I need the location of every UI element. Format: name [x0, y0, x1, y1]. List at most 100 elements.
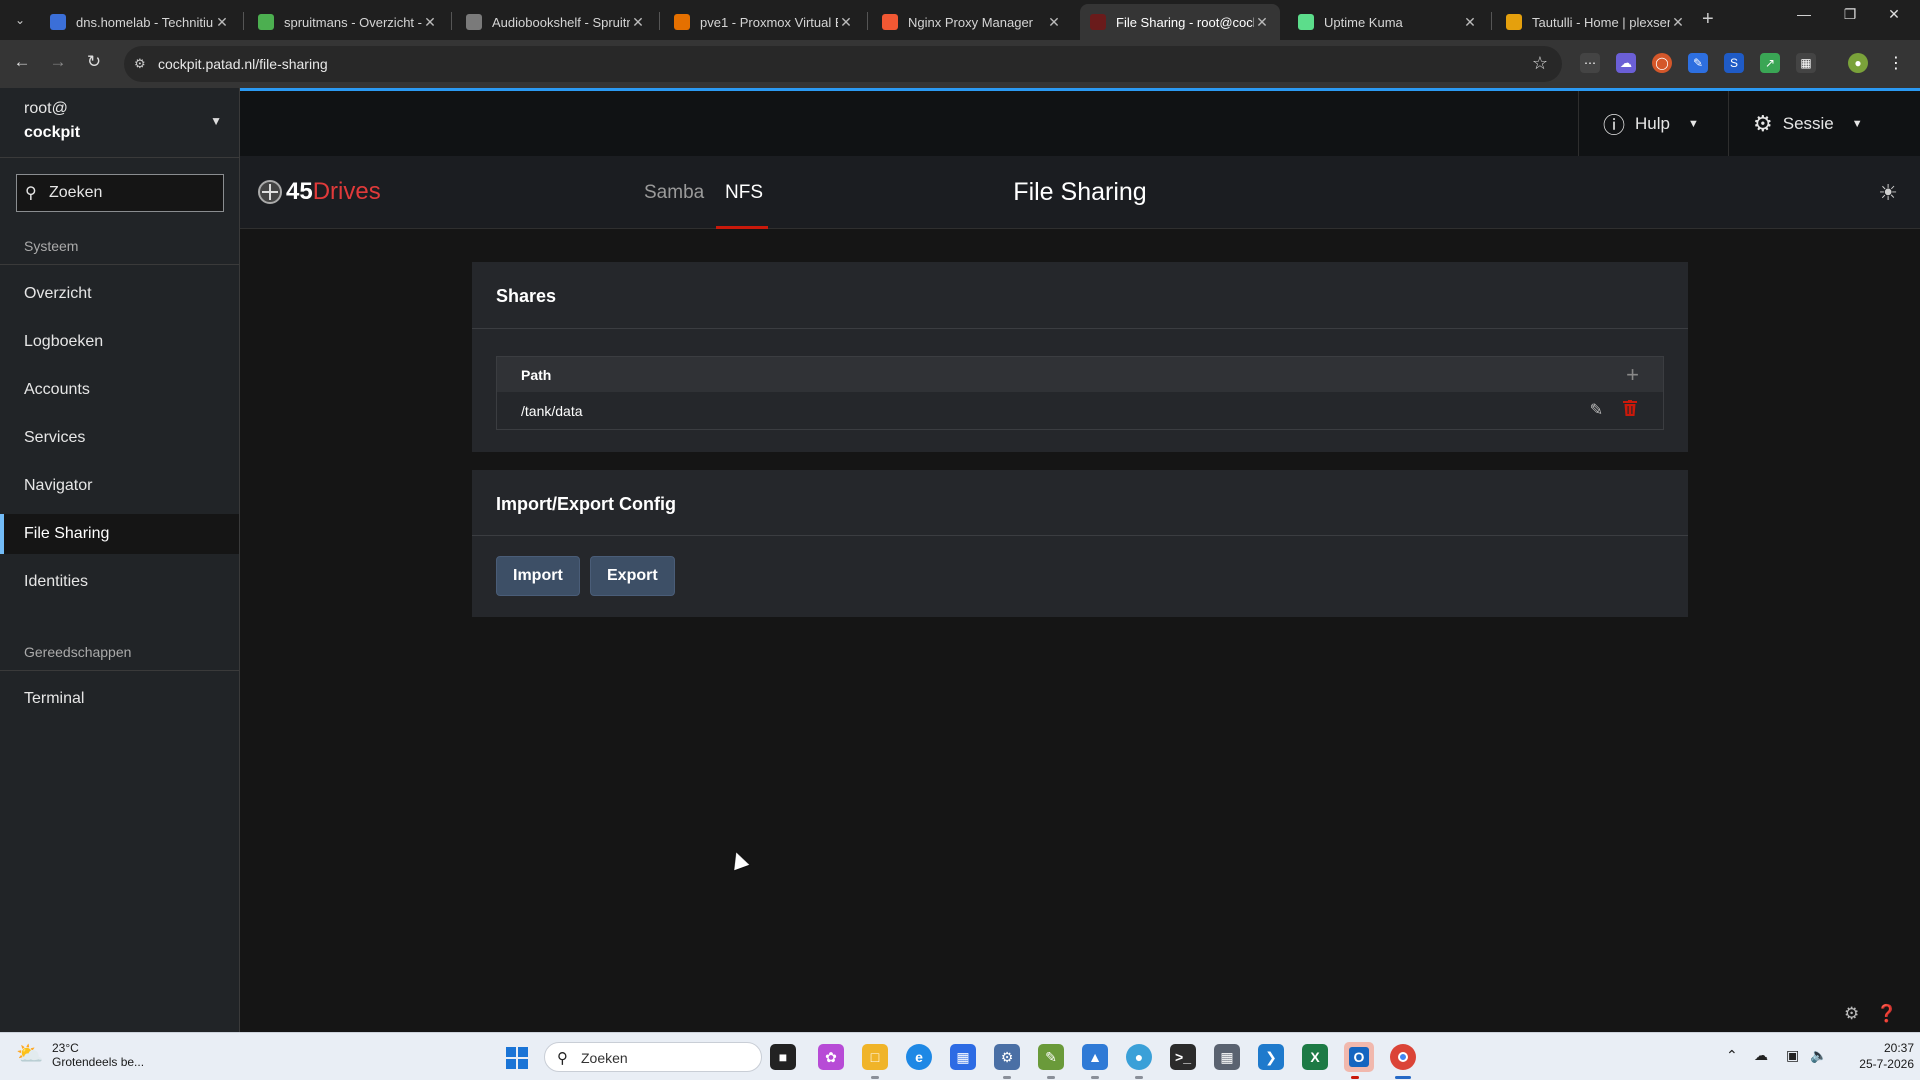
new-tab-plus-icon[interactable]: + [1702, 8, 1714, 31]
clock-date: 25-7-2026 [1859, 1057, 1914, 1071]
host-caret-down-icon[interactable]: ▼ [210, 114, 222, 128]
forward-arrow-icon[interactable]: → [46, 52, 70, 72]
export-button[interactable]: Export [590, 556, 675, 596]
restore-icon[interactable]: ❐ [1830, 6, 1870, 23]
back-arrow-icon[interactable]: ← [10, 52, 34, 72]
profile-avatar-icon[interactable]: ● [1848, 53, 1868, 73]
tab-title: dns.homelab - Technitium [76, 14, 214, 30]
theme-toggle-sun-icon[interactable]: ☀ [1878, 180, 1898, 206]
tab-favicon-icon [882, 14, 898, 30]
column-header-path: Path [521, 367, 552, 383]
volume-icon[interactable]: 🔈 [1810, 1047, 1827, 1064]
copilot-icon[interactable]: ✿ [818, 1044, 844, 1070]
trash-icon[interactable] [1623, 400, 1637, 416]
caret-down-icon: ▼ [1851, 117, 1863, 130]
browser-menu-icon[interactable]: ⋮ [1886, 53, 1906, 73]
sidebar-item-logboeken[interactable]: Logboeken [0, 322, 239, 362]
tab-close-icon[interactable]: ✕ [838, 14, 854, 31]
edge-icon[interactable]: e [906, 1044, 932, 1070]
tab-close-icon[interactable]: ✕ [1254, 14, 1270, 31]
close-window-icon[interactable]: ✕ [1874, 6, 1914, 23]
tab-close-icon[interactable]: ✕ [1670, 14, 1686, 31]
taskbar-search[interactable]: ⚲ Zoeken [544, 1042, 762, 1072]
vscode-icon[interactable]: ❯ [1258, 1044, 1284, 1070]
browser-tab[interactable]: spruitmans - Overzicht - C ✕ [248, 4, 448, 40]
sidebar-item-identities[interactable]: Identities [0, 562, 239, 602]
taskbar-clock[interactable]: 20:37 25-7-2026 [1858, 1040, 1914, 1072]
store-icon[interactable]: ▦ [950, 1044, 976, 1070]
extension-pen-icon[interactable]: ✎ [1688, 53, 1708, 73]
host-switcher[interactable]: root@ cockpit ▼ [0, 88, 240, 158]
minimize-icon[interactable]: — [1784, 6, 1824, 22]
tab-close-icon[interactable]: ✕ [422, 14, 438, 31]
sidebar-item-terminal[interactable]: Terminal [0, 679, 239, 719]
help-menu-button[interactable]: ⓘ Hulp ▼ [1578, 91, 1723, 156]
tab-close-icon[interactable]: ✕ [630, 14, 646, 31]
browser-tab[interactable]: Tautulli - Home | plexserver✕ [1496, 4, 1696, 40]
globe-app-icon[interactable]: ● [1126, 1044, 1152, 1070]
add-share-plus-icon[interactable]: + [1626, 362, 1639, 388]
browser-tab[interactable]: Audiobookshelf - Spruitma ✕ [456, 4, 656, 40]
site-info-icon[interactable]: ⚙ [134, 56, 146, 72]
browser-tab[interactable]: pve1 - Proxmox Virtual En ✕ [664, 4, 864, 40]
tab-search-chevron-icon[interactable]: ⌄ [8, 8, 32, 32]
tab-favicon-icon [674, 14, 690, 30]
network-app-icon[interactable]: ⚙ [994, 1044, 1020, 1070]
chrome-icon[interactable] [1390, 1044, 1416, 1070]
edit-icon[interactable]: ✎ [1590, 400, 1603, 420]
file-explorer-icon[interactable]: □ [862, 1044, 888, 1070]
import-button[interactable]: Import [496, 556, 580, 596]
bookmark-star-icon[interactable]: ☆ [1532, 53, 1548, 74]
table-header: Path + [497, 357, 1663, 392]
windows-taskbar: ⛅ 23°C Grotendeels be... ⚲ Zoeken ■ ✿ □ … [0, 1032, 1920, 1080]
weather-widget[interactable]: ⛅ 23°C Grotendeels be... [16, 1041, 144, 1069]
extensions-puzzle-icon[interactable]: ▦ [1796, 53, 1816, 73]
sidebar-item-file-sharing[interactable]: File Sharing [0, 514, 239, 554]
sidebar-search-input[interactable] [49, 181, 219, 205]
windows-start-icon[interactable] [506, 1047, 528, 1069]
running-indicator [1351, 1076, 1359, 1079]
tab-title: pve1 - Proxmox Virtual En [700, 14, 838, 30]
paint-icon[interactable]: ▲ [1082, 1044, 1108, 1070]
address-bar[interactable]: ⚙ cockpit.patad.nl/file-sharing ☆ [124, 46, 1562, 82]
calculator-icon[interactable]: ▦ [1214, 1044, 1240, 1070]
running-indicator-active [1395, 1076, 1411, 1079]
sidebar-search[interactable]: ⚲ [16, 174, 224, 212]
sidebar-item-navigator[interactable]: Navigator [0, 466, 239, 506]
browser-tab[interactable]: File Sharing - root@cockpit✕ [1080, 4, 1280, 40]
cockpit-sidebar: root@ cockpit ▼ ⚲ Systeem Overzicht Logbo… [0, 88, 240, 1032]
browser-tab[interactable]: Uptime Kuma ✕ [1288, 4, 1488, 40]
sidebar-item-services[interactable]: Services [0, 418, 239, 458]
weather-desc: Grotendeels be... [52, 1055, 145, 1069]
sidebar-item-overzicht[interactable]: Overzicht [0, 274, 239, 314]
settings-gear-icon[interactable]: ⚙ [1844, 1004, 1859, 1024]
browser-tab[interactable]: dns.homelab - Technitium ✕ [40, 4, 240, 40]
tray-chevron-up-icon[interactable]: ⌃ [1726, 1047, 1738, 1064]
tab-close-icon[interactable]: ✕ [1462, 14, 1478, 31]
cloud-offline-icon[interactable]: ☁ [1754, 1047, 1768, 1064]
outlook-icon[interactable]: O [1344, 1042, 1374, 1072]
extension-chart-icon[interactable]: ↗ [1760, 53, 1780, 73]
tab-close-icon[interactable]: ✕ [1046, 14, 1062, 31]
sidebar-item-accounts[interactable]: Accounts [0, 370, 239, 410]
reload-icon[interactable]: ↻ [82, 52, 106, 72]
browser-toolbar: ← → ↻ ⚙ cockpit.patad.nl/file-sharing ☆ … [0, 40, 1920, 88]
task-view-icon[interactable]: ■ [770, 1044, 796, 1070]
session-menu-button[interactable]: ⚙ Sessie ▼ [1728, 91, 1887, 156]
url-text: cockpit.patad.nl/file-sharing [158, 56, 328, 72]
extension-dots-icon[interactable]: ⋯ [1580, 53, 1600, 73]
tab-title: Audiobookshelf - Spruitma [492, 14, 630, 30]
clock-time: 20:37 [1883, 1041, 1914, 1055]
terminal-icon[interactable]: >_ [1170, 1044, 1196, 1070]
extension-cloud-icon[interactable]: ☁ [1616, 53, 1636, 73]
tab-close-icon[interactable]: ✕ [214, 14, 230, 31]
help-question-icon[interactable]: ❓ [1876, 1004, 1897, 1024]
extension-shield-icon[interactable]: S [1724, 53, 1744, 73]
network-icon[interactable]: ▣ [1786, 1047, 1799, 1064]
taskbar-search-placeholder: Zoeken [581, 1050, 628, 1066]
notepad-icon[interactable]: ✎ [1038, 1044, 1064, 1070]
running-indicator [1091, 1076, 1099, 1079]
extension-circle-icon[interactable]: ◯ [1652, 53, 1672, 73]
excel-icon[interactable]: X [1302, 1044, 1328, 1070]
browser-tab[interactable]: Nginx Proxy Manager ✕ [872, 4, 1072, 40]
